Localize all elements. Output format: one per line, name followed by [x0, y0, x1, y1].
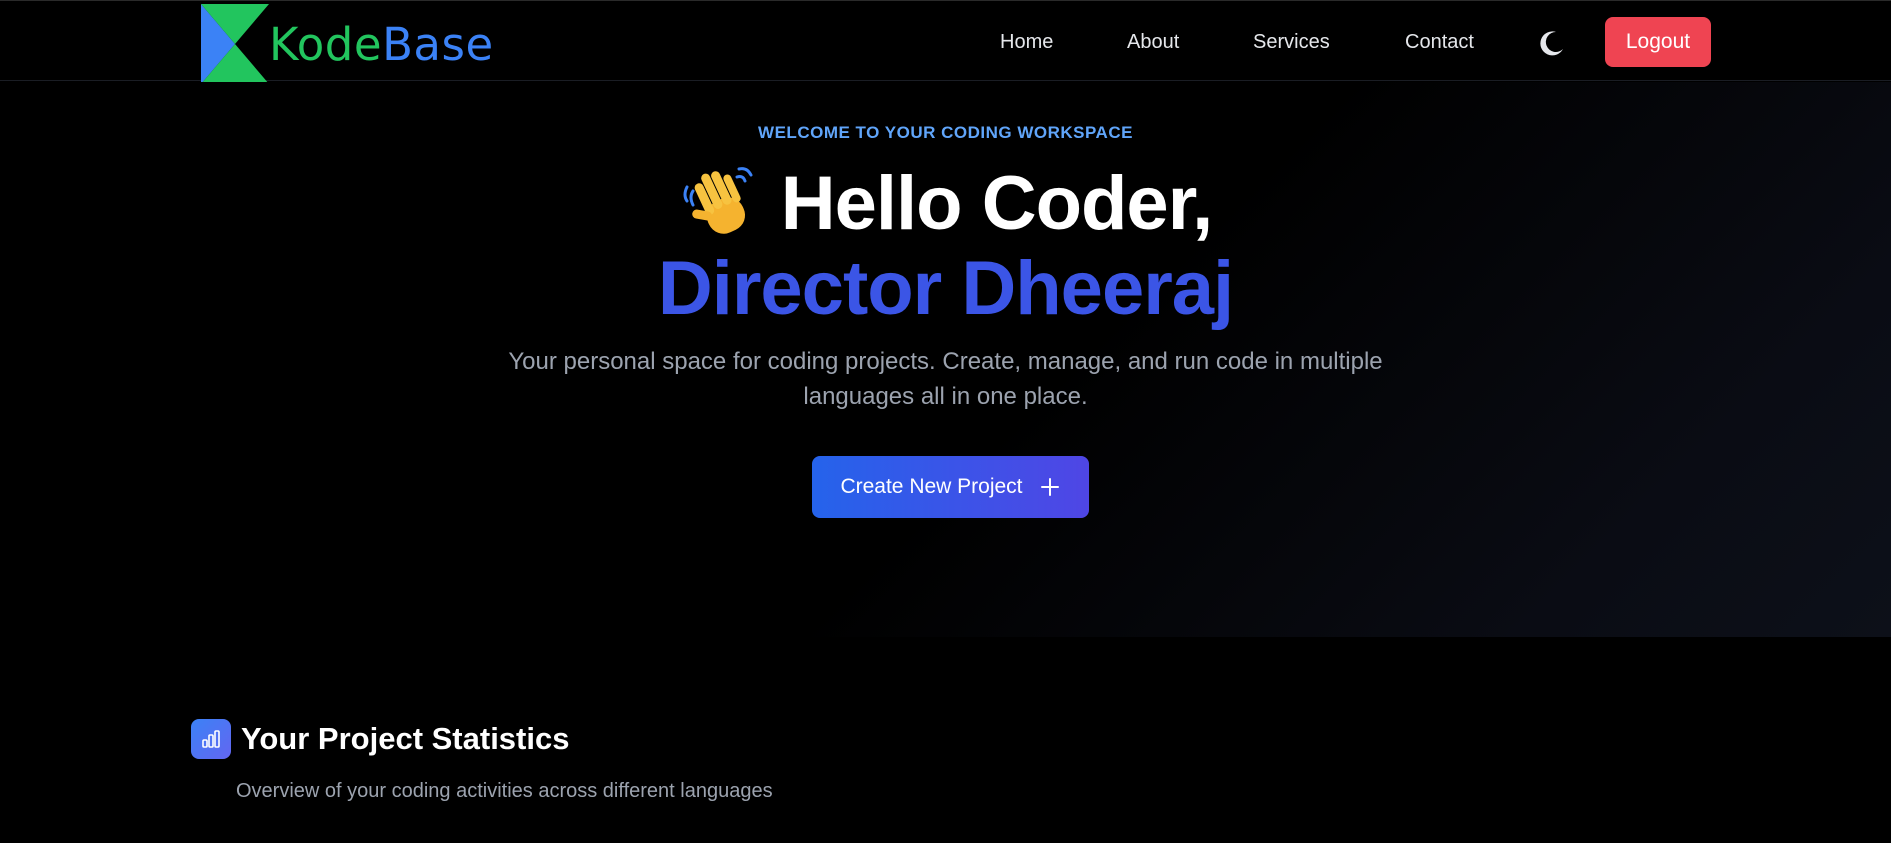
logo-text-kode: Kode: [269, 17, 383, 71]
nav-link-contact[interactable]: Contact: [1405, 25, 1474, 59]
create-new-project-label: Create New Project: [840, 475, 1023, 498]
create-new-project-button[interactable]: Create New Project: [812, 456, 1089, 518]
plus-icon: [1040, 478, 1059, 496]
waving-hand-icon: [683, 167, 753, 234]
nav-link-about[interactable]: About: [1127, 25, 1179, 59]
stats-title: Your Project Statistics: [241, 721, 570, 756]
nav-link-services[interactable]: Services: [1253, 25, 1330, 59]
hero-user-name: Director Dheeraj: [657, 246, 1234, 331]
logout-button[interactable]: Logout: [1605, 17, 1711, 67]
hero-subtitle: Your personal space for coding projects.…: [508, 348, 1383, 410]
logo-text-base: Base: [382, 17, 494, 71]
logo-text: KodeBase: [269, 22, 494, 67]
hero-greeting-text: Hello Coder,: [780, 161, 1213, 246]
navbar: KodeBase Home About Services Contact Log…: [0, 0, 1891, 84]
nav-link-home[interactable]: Home: [1000, 25, 1053, 59]
stats-header: Your Project Statistics: [191, 718, 569, 760]
theme-toggle-button[interactable]: [1536, 27, 1568, 59]
brand-logo[interactable]: KodeBase: [201, 4, 494, 84]
moon-icon: [1540, 31, 1563, 56]
hero-section: WELCOME TO YOUR CODING WORKSPACE Hello C…: [0, 82, 1891, 637]
stats-description: Overview of your coding activities acros…: [236, 780, 773, 802]
logo-mark-icon: [201, 4, 269, 84]
bar-chart-icon: [191, 719, 231, 759]
hero-greeting: Hello Coder,: [0, 160, 1891, 248]
hero-eyebrow: WELCOME TO YOUR CODING WORKSPACE: [758, 123, 1133, 142]
